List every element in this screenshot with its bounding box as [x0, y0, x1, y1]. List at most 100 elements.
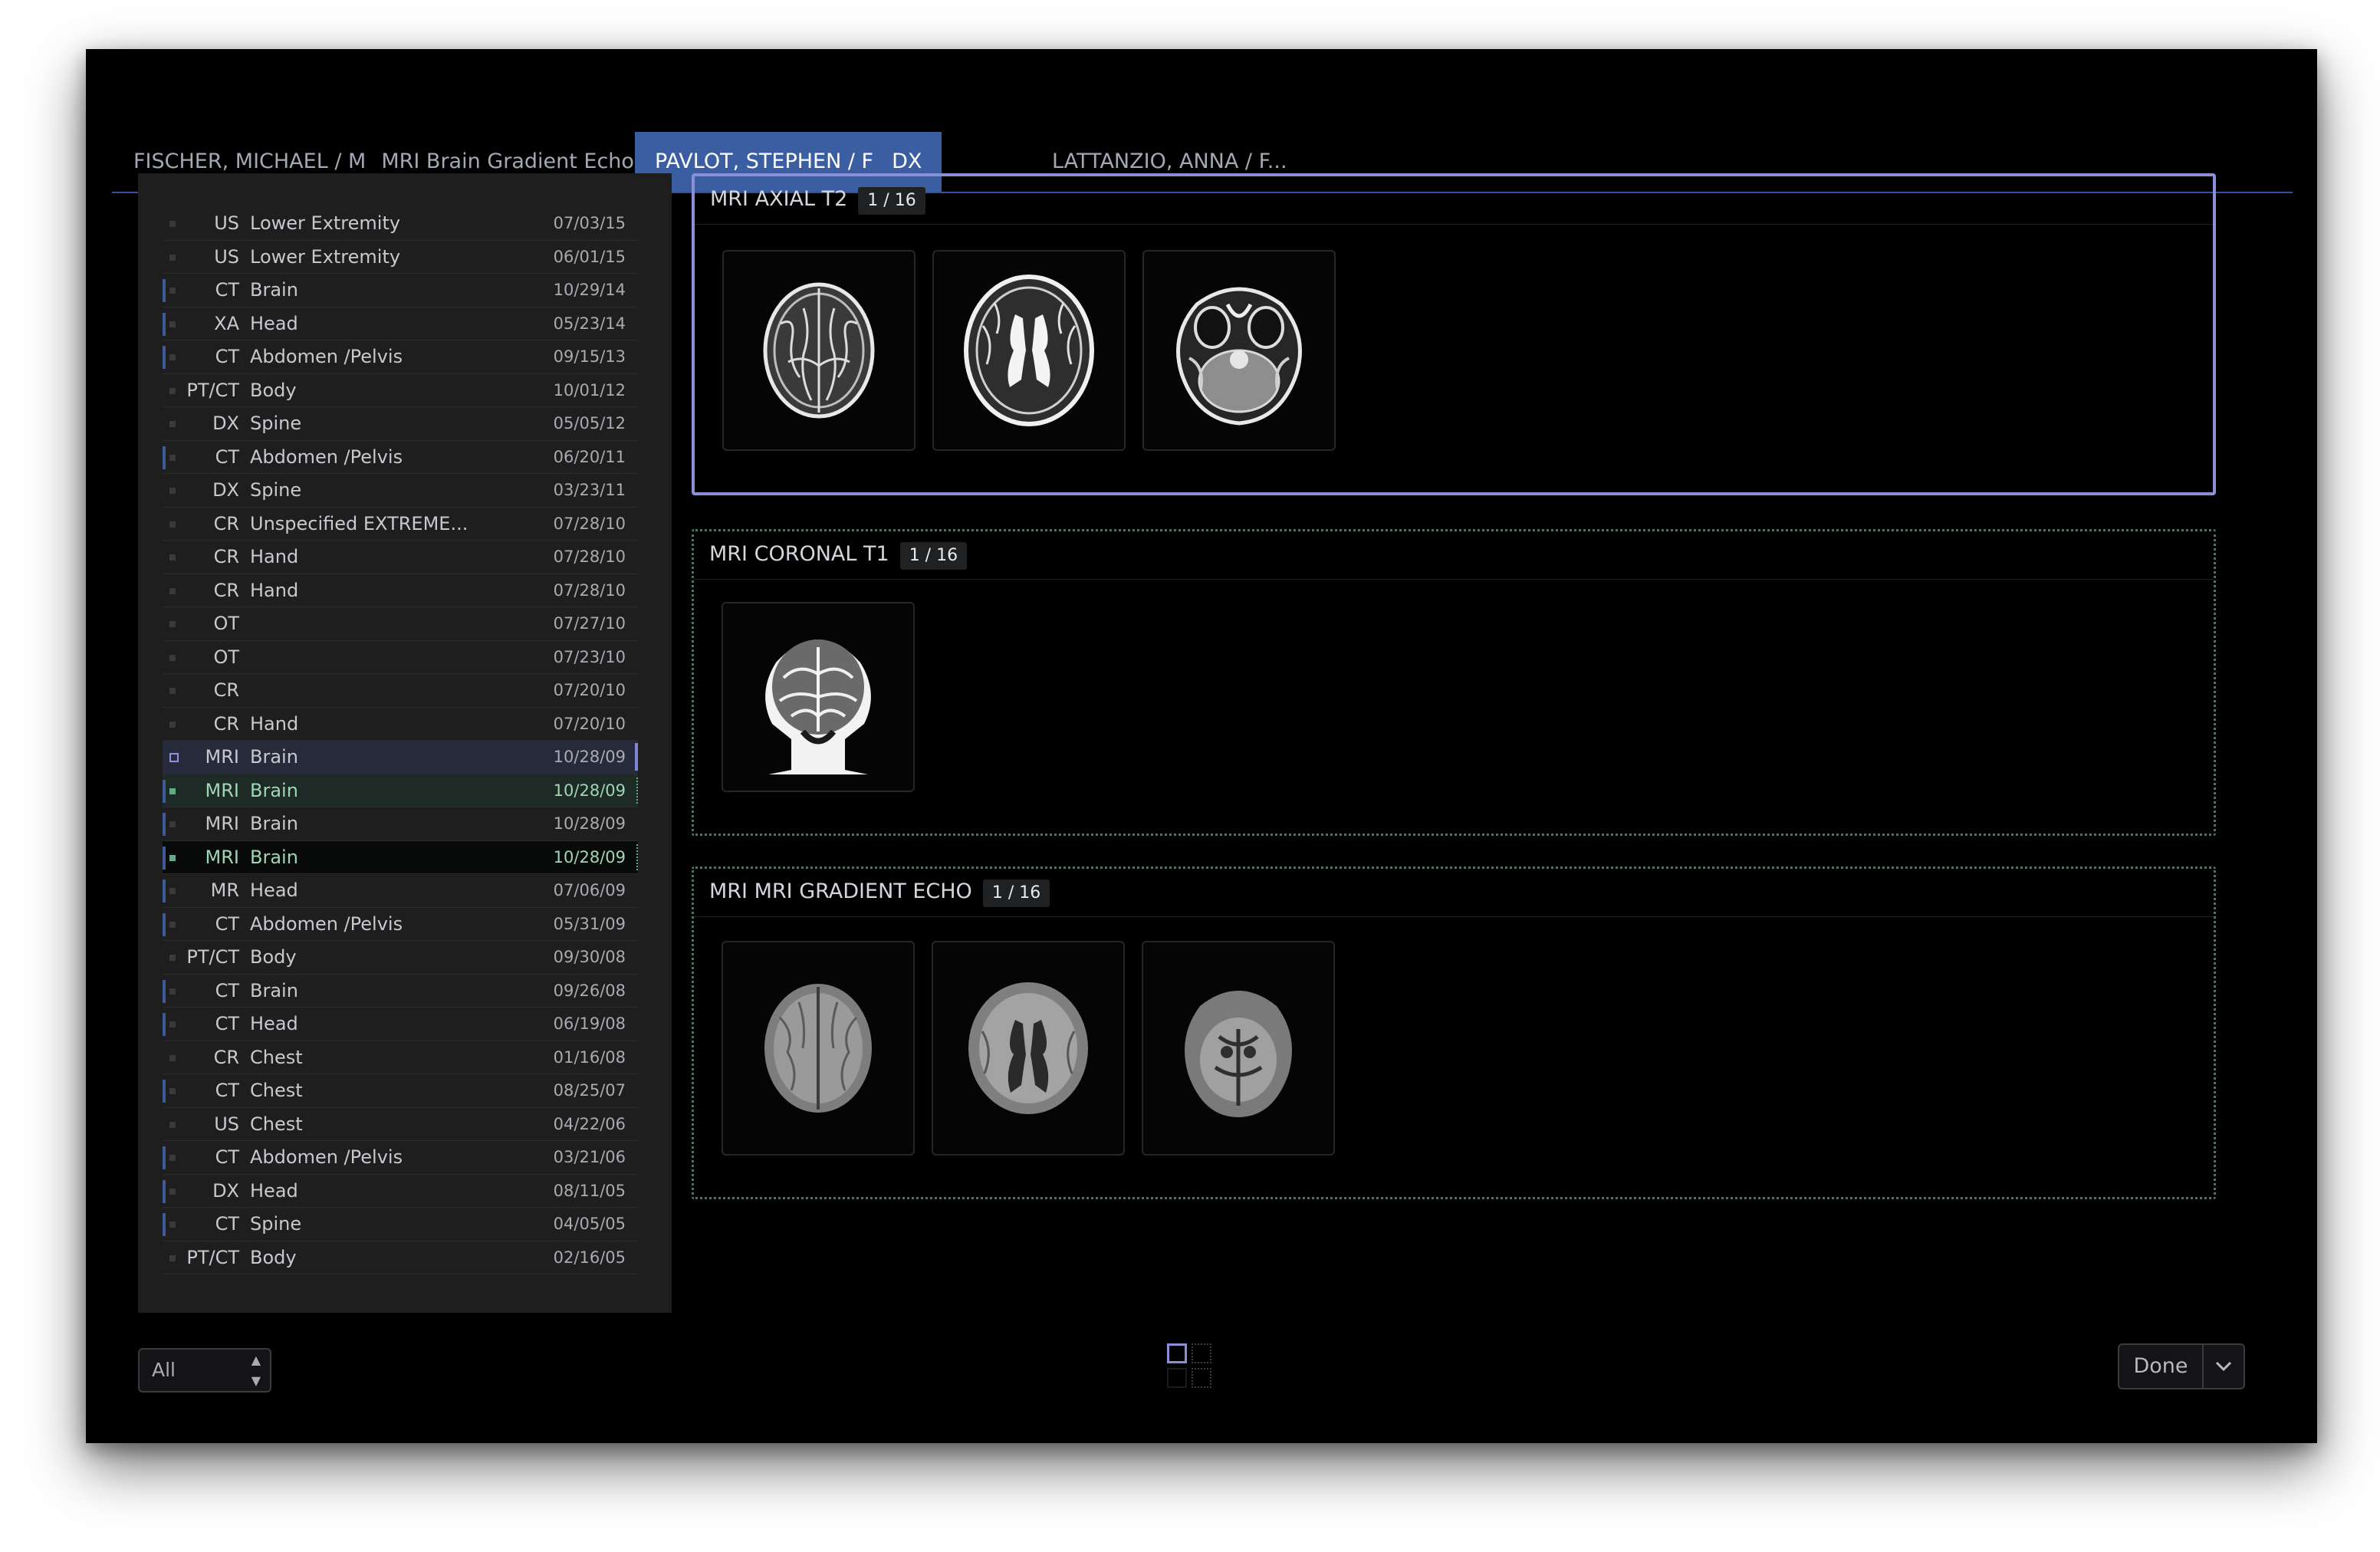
layout-grid-icon[interactable] — [1167, 1343, 1216, 1393]
study-modality: MRI — [205, 746, 239, 768]
study-date: 09/26/08 — [553, 981, 626, 1000]
study-row[interactable]: US Lower Extremity 07/03/15 — [163, 207, 638, 241]
image-thumbnail[interactable] — [722, 250, 916, 451]
study-description: Abdomen /Pelvis — [250, 912, 403, 935]
study-status-icon — [169, 521, 176, 528]
study-row[interactable]: CT Chest 08/25/07 — [163, 1074, 638, 1108]
chevron-down-icon — [2215, 1361, 2232, 1372]
study-row[interactable]: CT Brain 09/26/08 — [163, 975, 638, 1008]
image-thumbnail[interactable] — [932, 250, 1126, 451]
study-date: 10/29/14 — [553, 281, 626, 299]
study-date: 10/28/09 — [553, 781, 626, 800]
image-thumbnail[interactable] — [1142, 941, 1335, 1156]
study-row[interactable]: PT/CT Body 10/01/12 — [163, 374, 638, 407]
study-row[interactable]: CT Abdomen /Pelvis 09/15/13 — [163, 340, 638, 374]
study-row[interactable]: CT Head 06/19/08 — [163, 1008, 638, 1041]
study-row[interactable]: CR Hand 07/28/10 — [163, 541, 638, 574]
study-modality: CT — [215, 1013, 239, 1034]
study-row[interactable]: MR Head 07/06/09 — [163, 874, 638, 908]
study-row[interactable]: DX Head 08/11/05 — [163, 1175, 638, 1208]
series-count-badge: 1 / 16 — [899, 542, 968, 570]
study-row[interactable]: XA Head 05/23/14 — [163, 307, 638, 340]
study-row[interactable]: CT Abdomen /Pelvis 03/21/06 — [163, 1141, 638, 1175]
study-row[interactable]: MRI Brain 10/28/09 — [163, 807, 638, 841]
study-date: 10/28/09 — [553, 814, 626, 833]
image-thumbnail[interactable] — [932, 941, 1125, 1156]
study-row[interactable]: CR Hand 07/20/10 — [163, 708, 638, 741]
study-list: US Lower Extremity 07/03/15 US Lower Extremi… — [163, 207, 638, 1274]
study-row[interactable]: PT/CT Body 02/16/05 — [163, 1241, 638, 1274]
series-panel-gradient-echo[interactable]: MRI MRI GRADIENT ECHO 1 / 16 — [692, 866, 2216, 1199]
layout-cell — [1167, 1343, 1187, 1363]
done-button-group: Done — [2118, 1343, 2245, 1389]
done-menu-button[interactable] — [2204, 1345, 2244, 1388]
study-description: Brain — [250, 846, 298, 868]
study-date: 03/23/11 — [553, 481, 626, 499]
study-row[interactable]: DX Spine 03/23/11 — [163, 474, 638, 508]
study-row[interactable]: OT 07/27/10 — [163, 607, 638, 641]
study-description: Brain — [250, 779, 298, 801]
series-title: MRI CORONAL T1 — [709, 542, 889, 566]
study-modality: MRI — [205, 813, 239, 834]
study-modality: MRI — [205, 846, 239, 868]
study-row[interactable]: CR Hand 07/28/10 — [163, 574, 638, 607]
image-thumbnail[interactable] — [722, 602, 915, 792]
study-date: 07/27/10 — [553, 614, 626, 633]
study-modality: MR — [210, 880, 239, 901]
brain-gradient-echo-ventricles-icon — [968, 982, 1088, 1114]
study-date: 03/21/06 — [553, 1148, 626, 1166]
done-button[interactable]: Done — [2119, 1345, 2202, 1388]
study-row[interactable]: MRI Brain 10/28/09 — [163, 840, 638, 874]
tab-study-desc: DX — [892, 150, 922, 173]
study-row[interactable]: CR 07/20/10 — [163, 674, 638, 708]
study-modality: CT — [215, 979, 239, 1001]
image-thumbnail[interactable] — [722, 941, 915, 1156]
study-description: Spine — [250, 479, 302, 501]
study-row[interactable]: CT Brain 10/29/14 — [163, 274, 638, 307]
study-description: Abdomen /Pelvis — [250, 446, 403, 468]
study-indicator-bar — [163, 779, 166, 803]
study-row[interactable]: US Chest 04/22/06 — [163, 1108, 638, 1141]
layout-cell — [1192, 1343, 1211, 1363]
study-row[interactable]: DX Spine 05/05/12 — [163, 407, 638, 441]
filter-value: All — [152, 1359, 176, 1381]
study-date: 08/11/05 — [553, 1181, 626, 1200]
series-panel-coronal-t1[interactable]: MRI CORONAL T1 1 / 16 — [692, 529, 2216, 836]
brain-coronal-scan-icon — [765, 640, 871, 774]
study-filter-select[interactable]: All ▲ ▼ — [138, 1348, 271, 1393]
series-header: MRI AXIAL T2 1 / 16 — [695, 176, 2213, 225]
study-description: Hand — [250, 579, 299, 601]
study-modality: XA — [214, 312, 239, 334]
study-indicator-bar — [163, 1179, 166, 1203]
study-date: 07/28/10 — [553, 547, 626, 566]
study-status-icon — [169, 621, 176, 627]
study-modality: CT — [215, 279, 239, 301]
series-panel-axial-t2[interactable]: MRI AXIAL T2 1 / 16 — [692, 173, 2216, 495]
study-date: 10/28/09 — [553, 847, 626, 866]
study-row[interactable]: PT/CT Body 09/30/08 — [163, 941, 638, 975]
study-row[interactable]: US Lower Extremity 06/01/15 — [163, 241, 638, 274]
study-row[interactable]: OT 07/23/10 — [163, 641, 638, 674]
study-status-icon — [169, 721, 176, 728]
study-row[interactable]: CR Chest 01/16/08 — [163, 1041, 638, 1074]
study-status-icon — [169, 854, 176, 861]
study-row[interactable]: CR Unspecified EXTREME... 07/28/10 — [163, 508, 638, 541]
study-status-icon — [169, 1054, 176, 1061]
study-row[interactable]: MRI Brain 10/28/09 — [163, 774, 638, 807]
study-date: 07/03/15 — [553, 214, 626, 232]
study-modality: US — [214, 245, 239, 268]
study-row[interactable]: CT Abdomen /Pelvis 05/31/09 — [163, 908, 638, 941]
image-thumbnail[interactable] — [1142, 250, 1336, 451]
study-viewer-window: FISCHER, MICHAEL / M MRI Brain Gradient E… — [86, 49, 2317, 1443]
study-description: Lower Extremity — [250, 212, 401, 234]
study-description: Brain — [250, 813, 298, 834]
study-row[interactable]: CT Abdomen /Pelvis 06/20/11 — [163, 441, 638, 474]
study-row[interactable]: CT Spine 04/05/05 — [163, 1208, 638, 1241]
study-indicator-bar — [163, 846, 166, 870]
study-modality: CT — [215, 1146, 239, 1168]
study-status-icon — [169, 654, 176, 661]
study-status-icon — [169, 454, 176, 461]
study-indicator-bar — [163, 813, 166, 836]
study-date: 07/20/10 — [553, 714, 626, 733]
study-row[interactable]: MRI Brain 10/28/09 — [163, 741, 638, 774]
